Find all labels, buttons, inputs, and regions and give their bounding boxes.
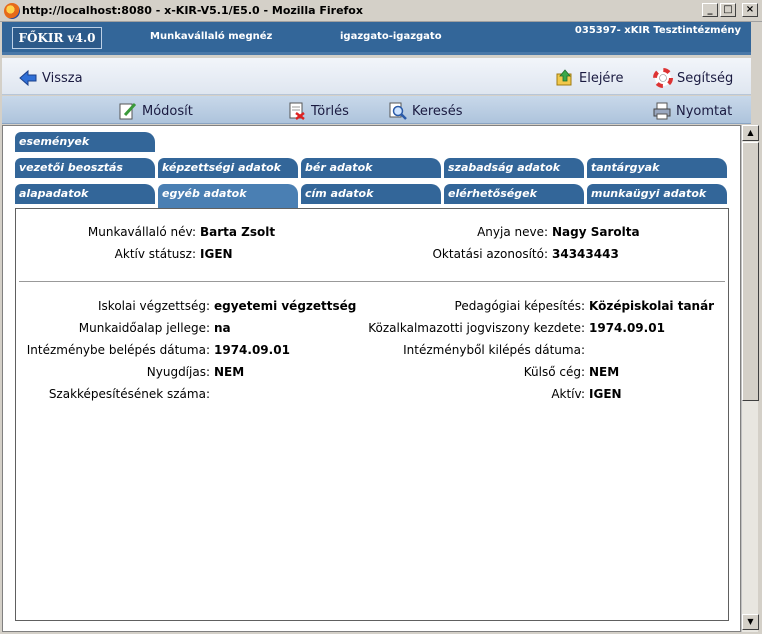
scroll-down-icon[interactable]: ▼ <box>742 614 759 630</box>
delete-document-icon <box>289 102 305 120</box>
tab-ber-adatok[interactable]: bér adatok <box>301 158 441 178</box>
delete-label: Törlés <box>311 103 349 119</box>
top-label: Elejére <box>579 70 624 86</box>
window-controls: _ □ × <box>702 3 758 17</box>
window-title: http://localhost:8080 - x-KIR-V5.1/E5.0 … <box>22 4 363 17</box>
field-label: Közalkalmazotti jogviszony kezdete: <box>368 321 585 335</box>
scroll-up-icon[interactable]: ▲ <box>742 125 759 141</box>
back-label: Vissza <box>42 70 83 86</box>
field-label: Intézményből kilépés dátuma: <box>403 343 585 357</box>
tab-munkaugyi-adatok[interactable]: munkaügyi adatok <box>587 184 727 204</box>
back-button[interactable]: Vissza <box>18 68 83 88</box>
education-id-value: 34343443 <box>552 247 619 261</box>
tab-vezetoi-beosztas[interactable]: vezetői beosztás <box>15 158 155 178</box>
field-value: 1974.09.01 <box>589 321 665 335</box>
institution-name: 035397- xKIR Tesztintézmény <box>574 25 741 36</box>
content-area: események vezetői beosztás képzettségi a… <box>2 125 741 632</box>
tab-elerhetosegek[interactable]: elérhetőségek <box>444 184 584 204</box>
maximize-icon[interactable]: □ <box>720 3 736 17</box>
field-label: Külső cég: <box>523 365 585 379</box>
mother-name-label: Anyja neve: <box>477 225 548 239</box>
field-label: Szakképesítésének száma: <box>48 387 210 401</box>
status-value: IGEN <box>200 247 233 261</box>
field-value: IGEN <box>589 387 622 401</box>
field-label: Pedagógiai képesítés: <box>454 299 585 313</box>
details-panel: Munkavállaló név: Barta Zsolt Aktív stát… <box>15 208 729 621</box>
field-value: egyetemi végzettség <box>214 299 357 313</box>
field-label: Munkaidőalap jellege: <box>78 321 210 335</box>
tab-alapadatok[interactable]: alapadatok <box>15 184 155 204</box>
nav-bar: Vissza Elejére Segítség <box>2 58 751 95</box>
name-label: Munkavállaló név: <box>87 225 196 239</box>
scrollbar-thumb[interactable] <box>742 142 759 401</box>
education-id-label: Oktatási azonosító: <box>432 247 548 261</box>
tab-szabadsag-adatok[interactable]: szabadság adatok <box>444 158 584 178</box>
print-label: Nyomtat <box>676 103 733 119</box>
field-label: Nyugdíjas: <box>146 365 210 379</box>
field-value: 1974.09.01 <box>214 343 290 357</box>
field-label: Intézménybe belépés dátuma: <box>26 343 210 357</box>
edit-button[interactable]: Módosít <box>118 101 193 121</box>
tab-esemenyek[interactable]: események <box>15 132 155 152</box>
mother-name-value: Nagy Sarolta <box>552 225 640 239</box>
app-header: FŐKIR v4.0 Munkavállaló megnéz igazgato-… <box>2 22 751 55</box>
status-label: Aktív státusz: <box>114 247 196 261</box>
tab-kepzettsegi-adatok[interactable]: képzettségi adatok <box>158 158 298 178</box>
action-toolbar: Módosít Törlés Keresés Nyomtat <box>2 96 751 124</box>
field-label: Iskolai végzettség: <box>98 299 210 313</box>
help-label: Segítség <box>677 70 734 86</box>
field-value: NEM <box>214 365 245 379</box>
tab-tantargyak[interactable]: tantárgyak <box>587 158 727 178</box>
app-logo: FŐKIR v4.0 <box>12 27 102 49</box>
close-icon[interactable]: × <box>742 3 758 17</box>
name-value: Barta Zsolt <box>200 225 276 239</box>
printer-icon <box>653 102 671 120</box>
window-titlebar: http://localhost:8080 - x-KIR-V5.1/E5.0 … <box>0 0 762 22</box>
field-label: Aktív: <box>551 387 585 401</box>
help-button[interactable]: Segítség <box>653 68 733 88</box>
lifebuoy-icon <box>653 68 673 88</box>
edit-label: Módosít <box>142 103 193 119</box>
search-label: Keresés <box>412 103 463 119</box>
search-icon <box>389 102 407 120</box>
field-value: Középiskolai tanár <box>589 299 715 313</box>
firefox-icon <box>4 3 20 19</box>
field-value: na <box>214 321 231 335</box>
user-name: igazgato-igazgato <box>340 31 442 42</box>
vertical-scrollbar[interactable]: ▲ ▼ <box>741 125 759 632</box>
back-arrow-icon <box>19 69 37 87</box>
field-value: NEM <box>589 365 620 379</box>
divider <box>19 281 725 282</box>
print-button[interactable]: Nyomtat <box>652 101 732 121</box>
tab-cim-adatok[interactable]: cím adatok <box>301 184 441 204</box>
edit-pencil-icon <box>119 102 137 120</box>
folder-up-icon <box>556 69 572 86</box>
delete-button[interactable]: Törlés <box>287 101 349 121</box>
page-title: Munkavállaló megnéz <box>150 31 273 42</box>
minimize-icon[interactable]: _ <box>702 3 718 17</box>
search-button[interactable]: Keresés <box>388 101 462 121</box>
top-button[interactable]: Elejére <box>555 68 624 88</box>
